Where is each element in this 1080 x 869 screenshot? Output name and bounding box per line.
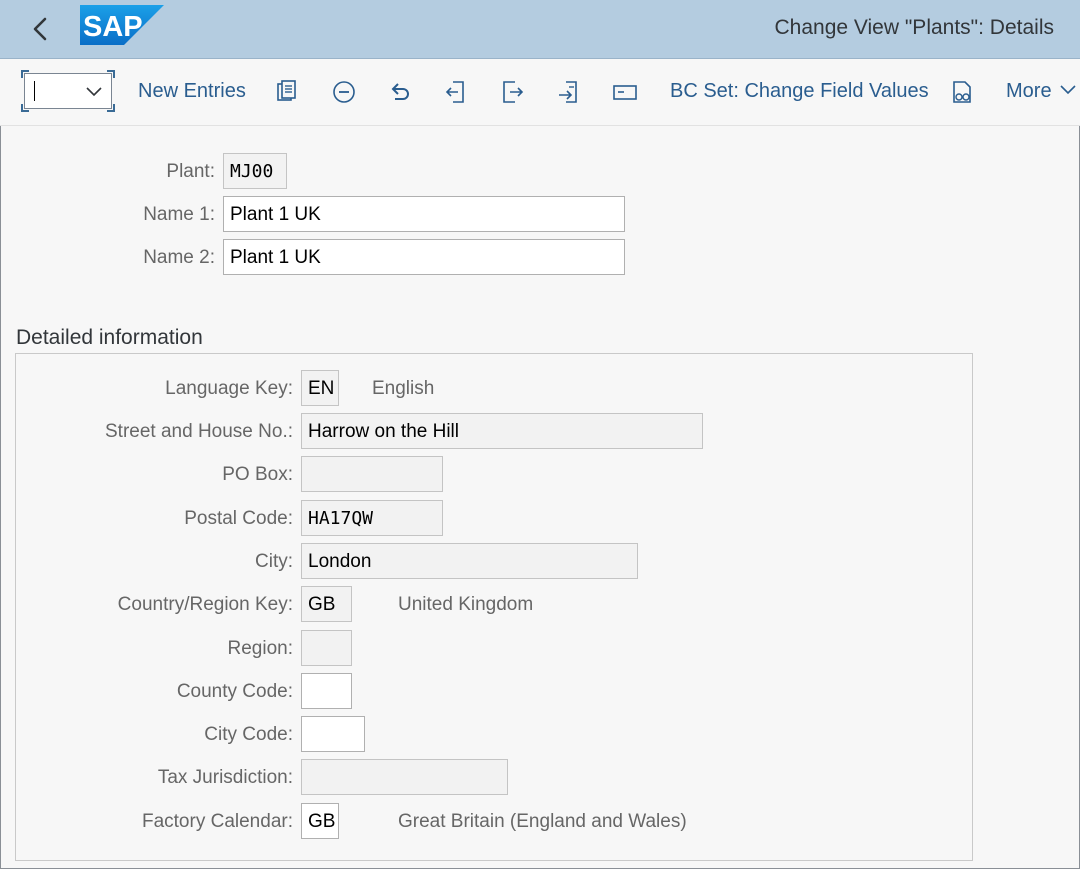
delete-button[interactable]	[330, 78, 358, 106]
chevron-down-icon	[1060, 85, 1076, 95]
sap-logo: SAP	[80, 5, 164, 45]
postal-code-label: Postal Code:	[184, 508, 293, 529]
city-code-input[interactable]	[301, 716, 365, 752]
name2-input[interactable]: Plant 1 UK	[223, 239, 625, 275]
tax-jurisdiction-label: Tax Jurisdiction:	[157, 767, 293, 788]
country-description: United Kingdom	[398, 594, 534, 615]
next-entry-icon	[559, 81, 577, 103]
toolbar: New Entries BC Set: Change Field Values …	[0, 59, 1080, 126]
undo-button[interactable]	[386, 78, 414, 106]
factory-calendar-input[interactable]: GB	[301, 803, 339, 839]
page-title: Change View "Plants": Details	[774, 16, 1054, 39]
tax-jurisdiction-input[interactable]	[301, 759, 508, 795]
undo-icon	[391, 83, 409, 100]
city-input[interactable]: London	[301, 543, 638, 579]
clipboard-icon	[277, 80, 296, 101]
factory-calendar-description: Great Britain (England and Wales)	[398, 811, 687, 832]
po-box-input[interactable]	[301, 456, 443, 492]
language-description: English	[372, 378, 435, 399]
focus-corner	[107, 104, 115, 112]
language-key-label: Language Key:	[165, 378, 293, 399]
chevron-down-icon[interactable]	[85, 84, 103, 98]
copy-as-button[interactable]	[273, 78, 301, 106]
county-code-label: County Code:	[176, 681, 293, 702]
focus-corner	[21, 104, 29, 112]
name1-input[interactable]: Plant 1 UK	[223, 196, 625, 232]
factory-calendar-label: Factory Calendar:	[141, 811, 293, 832]
plant-label: Plant:	[166, 161, 215, 182]
country-region-key-label: Country/Region Key:	[117, 594, 293, 615]
next-entry-button[interactable]	[555, 78, 583, 106]
svg-text:SAP: SAP	[83, 11, 143, 43]
prev-entry-icon	[503, 81, 524, 103]
postal-code-input[interactable]: HA17QW	[301, 500, 443, 536]
text-caret	[34, 81, 35, 101]
chevron-left-icon	[33, 17, 47, 41]
focus-corner	[107, 70, 115, 78]
bc-set-display-button[interactable]	[948, 78, 976, 106]
shell-header: SAP Change View "Plants": Details	[0, 0, 1080, 59]
name2-label: Name 2:	[143, 247, 215, 268]
section-title: Detailed information	[16, 326, 203, 349]
last-entry-button[interactable]	[611, 78, 639, 106]
last-entry-icon	[613, 85, 637, 100]
po-box-label: PO Box:	[222, 464, 293, 485]
command-field[interactable]	[21, 70, 115, 112]
prev-entry-button[interactable]	[498, 78, 526, 106]
focus-corner	[21, 70, 29, 78]
city-code-label: City Code:	[204, 724, 293, 745]
region-input[interactable]	[301, 630, 352, 666]
language-key-input[interactable]: EN	[301, 370, 339, 406]
new-entries-button[interactable]: New Entries	[138, 80, 246, 103]
more-label: More	[1006, 80, 1052, 102]
first-entry-icon	[445, 81, 464, 103]
plant-field: MJ00	[223, 153, 287, 189]
back-button[interactable]	[24, 12, 58, 46]
more-button[interactable]: More	[1006, 80, 1077, 103]
city-label: City:	[255, 551, 293, 572]
first-entry-button[interactable]	[442, 78, 470, 106]
region-label: Region:	[227, 638, 294, 659]
street-input[interactable]: Harrow on the Hill	[301, 413, 703, 449]
country-region-key-input[interactable]: GB	[301, 586, 352, 622]
name1-label: Name 1:	[143, 204, 215, 225]
street-label: Street and House No.:	[105, 421, 293, 442]
county-code-input[interactable]	[301, 673, 352, 709]
bc-set-icon	[953, 81, 971, 103]
bc-set-change-field-values-button[interactable]: BC Set: Change Field Values	[670, 80, 929, 103]
delete-icon	[333, 81, 355, 103]
